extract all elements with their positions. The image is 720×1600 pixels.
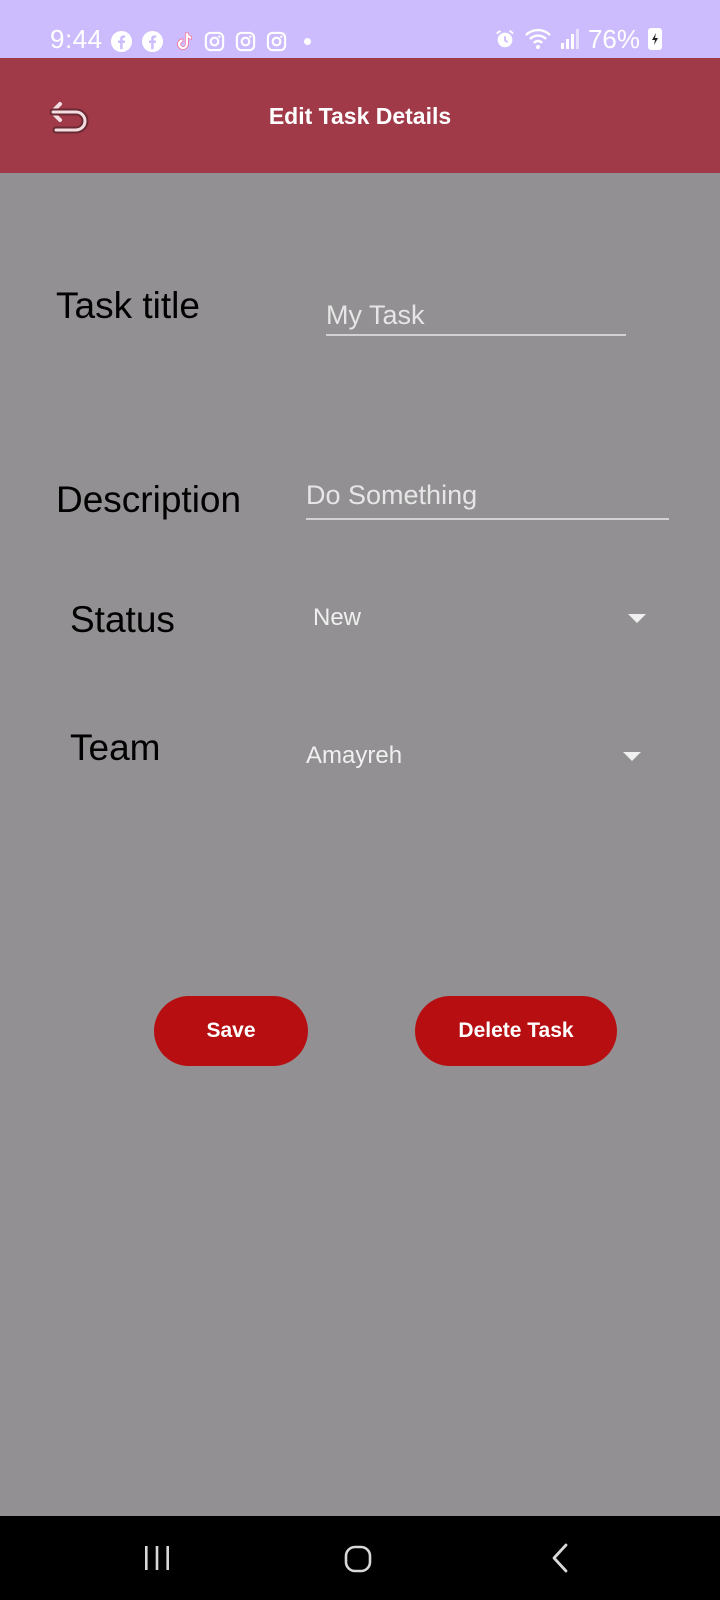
team-dropdown[interactable]: Amayreh [306, 740, 643, 774]
delete-task-button[interactable]: Delete Task [415, 996, 617, 1066]
dropdown-arrow-icon [628, 614, 646, 623]
instagram-icon [265, 30, 288, 53]
task-title-label: Task title [56, 285, 200, 326]
battery-icon [648, 28, 662, 50]
dropdown-arrow-icon [623, 752, 641, 761]
status-selected-value: New [313, 604, 362, 631]
system-nav-bar [0, 1516, 720, 1600]
signal-icon [560, 28, 580, 50]
status-time: 9:44 [50, 24, 103, 54]
home-icon [344, 1545, 372, 1573]
nav-back-button[interactable] [549, 1542, 571, 1574]
app-bar: Edit Task Details [0, 58, 720, 173]
system-status: 76% [494, 25, 662, 53]
more-notifications-dot [304, 37, 311, 45]
recents-button[interactable] [142, 1544, 172, 1572]
status-label: Status [70, 599, 175, 640]
team-label: Team [70, 727, 161, 768]
task-title-input[interactable]: My Task [326, 298, 626, 336]
description-input[interactable]: Do Something [306, 478, 669, 520]
status-bar: 9:44 76% [0, 0, 720, 58]
team-selected-value: Amayreh [306, 742, 403, 769]
facebook-icon [110, 30, 133, 53]
save-button[interactable]: Save [154, 996, 308, 1066]
status-dropdown[interactable]: New [313, 602, 648, 636]
instagram-icon [203, 30, 226, 53]
wifi-icon [524, 27, 552, 51]
back-icon [552, 1543, 568, 1573]
instagram-icon [234, 30, 257, 53]
home-button[interactable] [343, 1544, 373, 1574]
page-title: Edit Task Details [268, 103, 452, 129]
description-label: Description [56, 479, 242, 520]
alarm-icon [494, 28, 516, 50]
battery-level: 76% [587, 24, 640, 54]
facebook-icon [141, 30, 164, 53]
recents-icon [145, 1546, 169, 1570]
edit-task-screen: 9:44 76% Edit Task Details Task title My… [0, 0, 720, 1600]
notification-icons [110, 29, 311, 53]
tiktok-icon [172, 30, 195, 53]
